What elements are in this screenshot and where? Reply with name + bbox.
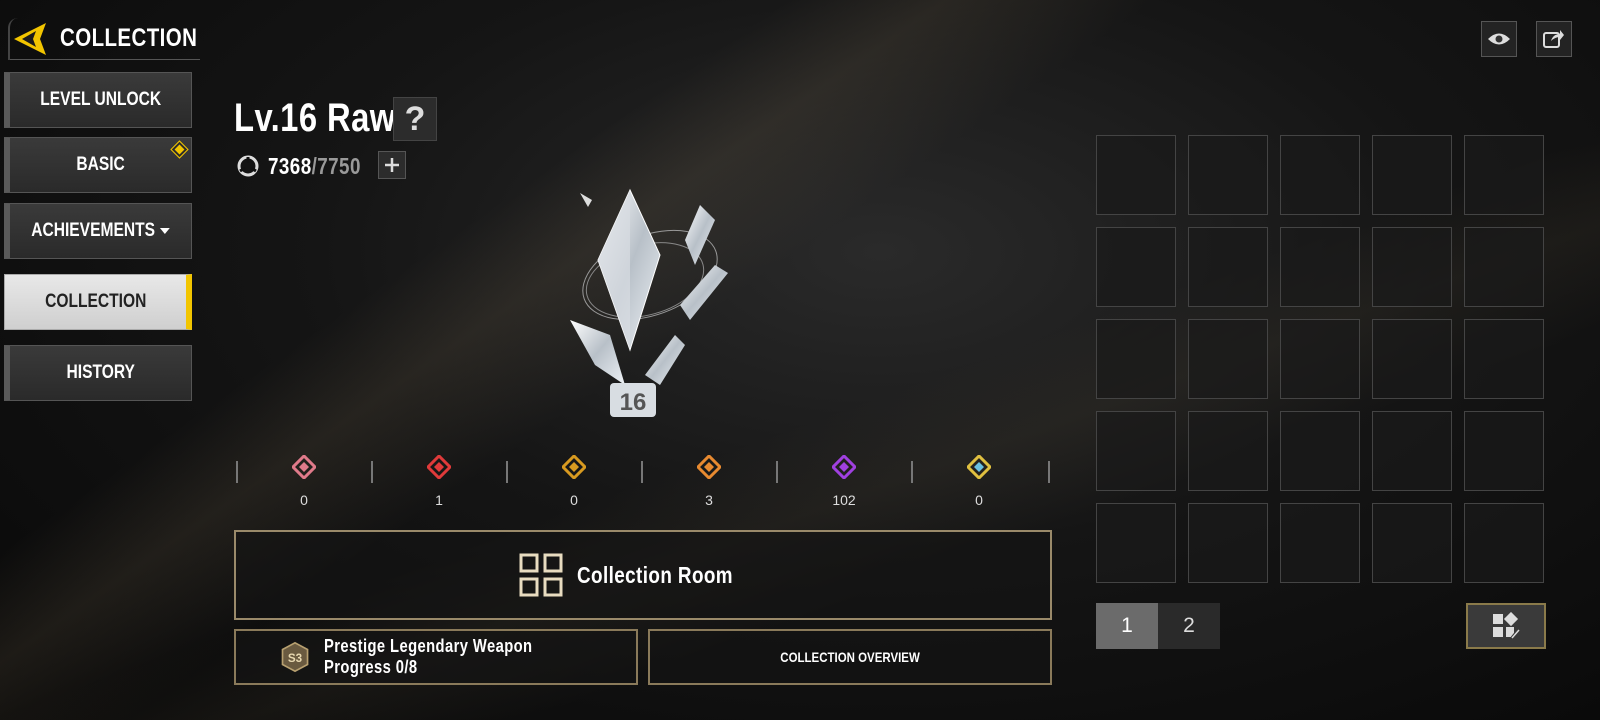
share-icon bbox=[1543, 30, 1564, 48]
collection-slot[interactable] bbox=[1188, 227, 1268, 307]
collection-slot[interactable] bbox=[1372, 135, 1452, 215]
collection-room-label: Collection Room bbox=[576, 561, 733, 588]
collection-slot[interactable] bbox=[1464, 503, 1544, 583]
edit-layout-button[interactable] bbox=[1466, 603, 1546, 649]
collection-slot[interactable] bbox=[1096, 135, 1176, 215]
collection-slot[interactable] bbox=[1372, 411, 1452, 491]
stat-red: 1 bbox=[409, 453, 469, 508]
page-2-button[interactable]: 2 bbox=[1158, 603, 1220, 649]
divider bbox=[371, 461, 373, 483]
divider bbox=[236, 461, 238, 483]
season-badge-icon: S3 bbox=[281, 641, 309, 673]
header: COLLECTION bbox=[8, 17, 200, 60]
collection-slot[interactable] bbox=[1464, 135, 1544, 215]
divider bbox=[506, 461, 508, 483]
prestige-progress-label: Prestige Legendary Weapon Progress 0/8 bbox=[324, 636, 533, 677]
xp-current: 7368 bbox=[268, 152, 312, 179]
stat-value: 102 bbox=[832, 492, 856, 508]
collection-slot[interactable] bbox=[1188, 135, 1268, 215]
xp-icon bbox=[237, 155, 259, 177]
collection-room-button[interactable]: Collection Room bbox=[234, 530, 1052, 620]
stat-value: 0 bbox=[975, 492, 983, 508]
collection-slot[interactable] bbox=[1096, 503, 1176, 583]
stat-pink: 0 bbox=[274, 453, 334, 508]
collection-slot[interactable] bbox=[1280, 503, 1360, 583]
sidebar-item-achievements[interactable]: ACHIEVEMENTS bbox=[4, 203, 192, 259]
new-badge-icon bbox=[170, 140, 189, 159]
collection-slot[interactable] bbox=[1188, 503, 1268, 583]
divider bbox=[911, 461, 913, 483]
divider bbox=[641, 461, 643, 483]
sidebar-item-label: ACHIEVEMENTS bbox=[31, 220, 170, 242]
stat-value: 0 bbox=[570, 492, 578, 508]
collection-slot[interactable] bbox=[1096, 319, 1176, 399]
collection-slot[interactable] bbox=[1188, 319, 1268, 399]
back-arrow-icon bbox=[14, 22, 46, 55]
season-badge-text: S3 bbox=[288, 652, 303, 665]
collection-slot[interactable] bbox=[1372, 319, 1452, 399]
collection-slot[interactable] bbox=[1464, 227, 1544, 307]
pink-rarity-icon bbox=[290, 453, 318, 481]
edit-grid-icon bbox=[1493, 612, 1521, 640]
collection-slot[interactable] bbox=[1280, 319, 1360, 399]
stat-gold: 0 bbox=[544, 453, 604, 508]
collection-slot[interactable] bbox=[1372, 503, 1452, 583]
rarity-stats: 0 1 0 3 102 0 bbox=[236, 453, 1050, 515]
share-button[interactable] bbox=[1536, 21, 1572, 57]
sidebar-item-basic[interactable]: BASIC bbox=[4, 137, 192, 193]
red-rarity-icon bbox=[425, 453, 453, 481]
collection-slot[interactable] bbox=[1280, 411, 1360, 491]
divider bbox=[776, 461, 778, 483]
pagination: 1 2 bbox=[1096, 603, 1220, 649]
sidebar-item-label: BASIC bbox=[76, 154, 125, 175]
sidebar-item-label: COLLECTION bbox=[44, 291, 147, 312]
collection-slot[interactable] bbox=[1280, 135, 1360, 215]
sidebar-item-history[interactable]: HISTORY bbox=[4, 345, 192, 401]
collection-slot[interactable] bbox=[1464, 411, 1544, 491]
collection-slot[interactable] bbox=[1096, 411, 1176, 491]
eye-icon bbox=[1488, 33, 1510, 45]
collection-slot[interactable] bbox=[1188, 411, 1268, 491]
xp-progress: 7368/7750 bbox=[236, 150, 381, 182]
collection-overview-label: COLLECTION OVERVIEW bbox=[780, 649, 920, 665]
plus-icon bbox=[385, 158, 399, 172]
stat-value: 0 bbox=[300, 492, 308, 508]
page-title: COLLECTION bbox=[60, 24, 198, 52]
stat-purple: 102 bbox=[814, 453, 874, 508]
sidebar-item-label: LEVEL UNLOCK bbox=[40, 89, 161, 110]
view-button[interactable] bbox=[1481, 21, 1517, 57]
emblem-level-number: 16 bbox=[620, 389, 647, 416]
prestige-progress-button[interactable]: S3 Prestige Legendary Weapon Progress 0/… bbox=[234, 629, 638, 685]
help-button[interactable]: ? bbox=[393, 97, 437, 141]
stat-value: 1 bbox=[435, 492, 443, 508]
sidebar-item-level-unlock[interactable]: LEVEL UNLOCK bbox=[4, 72, 192, 128]
page-1-button[interactable]: 1 bbox=[1096, 603, 1158, 649]
divider bbox=[1048, 461, 1050, 483]
collection-slot[interactable] bbox=[1464, 319, 1544, 399]
gold-rarity-icon bbox=[560, 453, 588, 481]
sidebar-item-label: HISTORY bbox=[66, 362, 135, 383]
collection-grid bbox=[1096, 135, 1548, 585]
level-emblem-crystal: 16 bbox=[570, 188, 728, 417]
collection-overview-button[interactable]: COLLECTION OVERVIEW bbox=[648, 629, 1052, 685]
collection-room-icon bbox=[519, 553, 563, 597]
stat-value: 3 bbox=[705, 492, 713, 508]
collection-slot[interactable] bbox=[1372, 227, 1452, 307]
collection-slot[interactable] bbox=[1280, 227, 1360, 307]
back-button[interactable] bbox=[8, 17, 50, 60]
level-title: Lv.16 Raw bbox=[234, 96, 396, 140]
collection-slot[interactable] bbox=[1096, 227, 1176, 307]
stat-rainbow: 0 bbox=[949, 453, 1009, 508]
chevron-down-icon bbox=[159, 227, 170, 234]
stat-orange: 3 bbox=[679, 453, 739, 508]
xp-max: /7750 bbox=[311, 152, 361, 179]
sidebar-item-collection[interactable]: COLLECTION bbox=[4, 274, 192, 330]
purple-rarity-icon bbox=[830, 453, 858, 481]
rainbow-rarity-icon bbox=[965, 453, 993, 481]
orange-rarity-icon bbox=[695, 453, 723, 481]
add-xp-button[interactable] bbox=[378, 151, 406, 179]
